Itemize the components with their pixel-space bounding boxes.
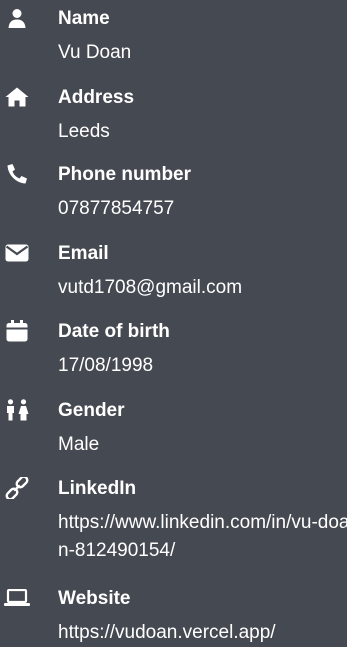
email-label: Email — [58, 243, 109, 264]
phone-value: 07877854757 — [58, 198, 175, 219]
address-label: Address — [58, 87, 135, 108]
website-link[interactable]: https://vudoan.vercel.app/ — [58, 619, 276, 647]
laptop-icon — [4, 587, 30, 609]
gender-label: Gender — [58, 400, 125, 421]
gender-value: Male — [58, 434, 100, 455]
email-value: vutd1708@gmail.com — [58, 277, 243, 298]
linkedin-label: LinkedIn — [58, 478, 137, 499]
date-of-birth-label: Date of birth — [58, 321, 170, 342]
profile-info-list: Name Vu Doan Address Leeds Phone number … — [0, 0, 347, 644]
home-icon — [4, 86, 30, 108]
envelope-icon — [4, 242, 30, 264]
name-label: Name — [58, 8, 110, 29]
linkedin-link[interactable]: https://www.linkedin.com/in/vu-doan-8124… — [58, 509, 347, 565]
person-icon — [4, 7, 30, 29]
phone-label: Phone number — [58, 164, 192, 185]
phone-icon — [4, 163, 30, 185]
address-value: Leeds — [58, 121, 110, 142]
restroom-icon — [4, 399, 30, 421]
website-label: Website — [58, 588, 131, 609]
link-icon — [4, 477, 30, 499]
name-value: Vu Doan — [58, 42, 132, 63]
date-of-birth-value: 17/08/1998 — [58, 355, 154, 376]
calendar-icon — [4, 320, 30, 342]
